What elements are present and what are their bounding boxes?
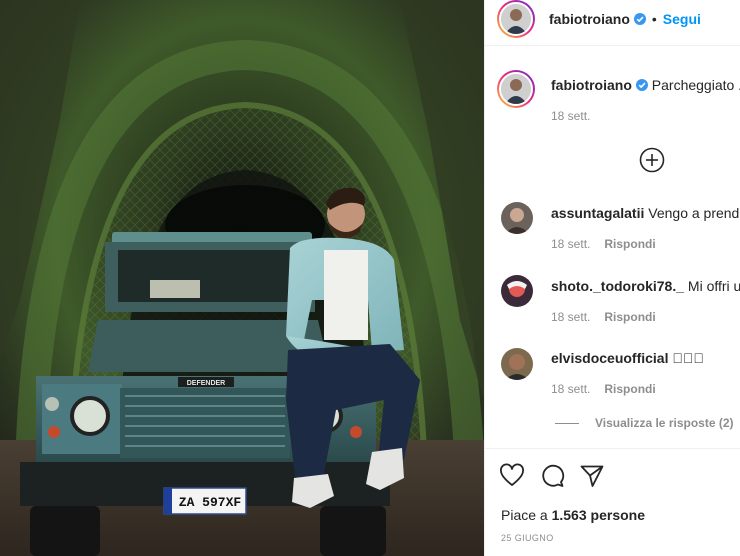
author-avatar[interactable] [497,0,535,38]
comment-text: Mi offri un [687,278,740,294]
post-sidebar: fabiotroiano • Segui fabiotroiano Parchegg… [484,0,740,556]
reply-button[interactable]: Rispondi [604,237,655,251]
separator-dot: • [651,11,657,27]
comment-row: assuntagalatii Vengo a prendere [551,205,740,221]
likes-suffix: persone [586,507,645,523]
post-header: fabiotroiano • Segui [485,0,740,46]
comment-text: Vengo a prendere [648,205,740,221]
comment-time: 18 sett. [551,237,591,251]
heart-icon[interactable] [499,463,525,489]
plus-circle-icon[interactable] [639,147,665,173]
likes-count[interactable]: Piace a 1.563 persone [501,507,645,523]
view-replies-link[interactable]: Visualizza le risposte (2) [555,416,734,430]
post-photo-image: DEFENDER ZA 597XF [0,0,484,556]
comment-bubble-icon[interactable] [539,463,565,489]
license-plate: ZA 597XF [179,495,242,510]
comment-text: 󾓦󾓦🌢 [672,350,704,366]
comment-username[interactable]: assuntagalatii [551,205,644,221]
comment-username[interactable]: shoto._todoroki78._ [551,278,684,294]
post-photo[interactable]: DEFENDER ZA 597XF [0,0,484,556]
comment-time: 18 sett. [551,310,591,324]
caption-username[interactable]: fabiotroiano [551,77,632,93]
likes-number: 1.563 [551,507,587,523]
verified-badge-icon [633,13,646,25]
likes-prefix: Piace a [501,507,552,523]
caption-time: 18 sett. [551,109,591,123]
grille-badge: DEFENDER [187,380,226,387]
comment-username[interactable]: elvisdoceuofficial [551,350,668,366]
comment-avatar[interactable] [501,202,533,234]
caption-avatar[interactable] [497,70,535,108]
comment-meta: 18 sett. Rispondi [551,237,656,251]
follow-button[interactable]: Segui [663,11,701,27]
comment-meta: 18 sett. Rispondi [551,310,656,324]
comment-row: elvisdoceuofficial 󾓦󾓦🌢 [551,350,740,366]
post-actions: Piace a 1.563 persone 25 GIUGNO [485,448,740,556]
post-date: 25 GIUGNO [501,533,554,543]
caption: fabiotroiano Parcheggiato . [551,77,740,93]
paper-plane-icon[interactable] [579,463,605,489]
divider-line [555,423,579,425]
author-username[interactable]: fabiotroiano [549,11,630,27]
comment-avatar[interactable] [501,348,533,380]
comment-row: shoto._todoroki78._ Mi offri un [551,278,740,294]
reply-button[interactable]: Rispondi [604,310,655,324]
comment-time: 18 sett. [551,382,591,396]
caption-text: Parcheggiato . [651,77,740,93]
verified-badge-icon [635,79,648,91]
view-replies-label: Visualizza le risposte (2) [595,416,734,430]
reply-button[interactable]: Rispondi [604,382,655,396]
comment-meta: 18 sett. Rispondi [551,382,656,396]
comment-avatar[interactable] [501,275,533,307]
